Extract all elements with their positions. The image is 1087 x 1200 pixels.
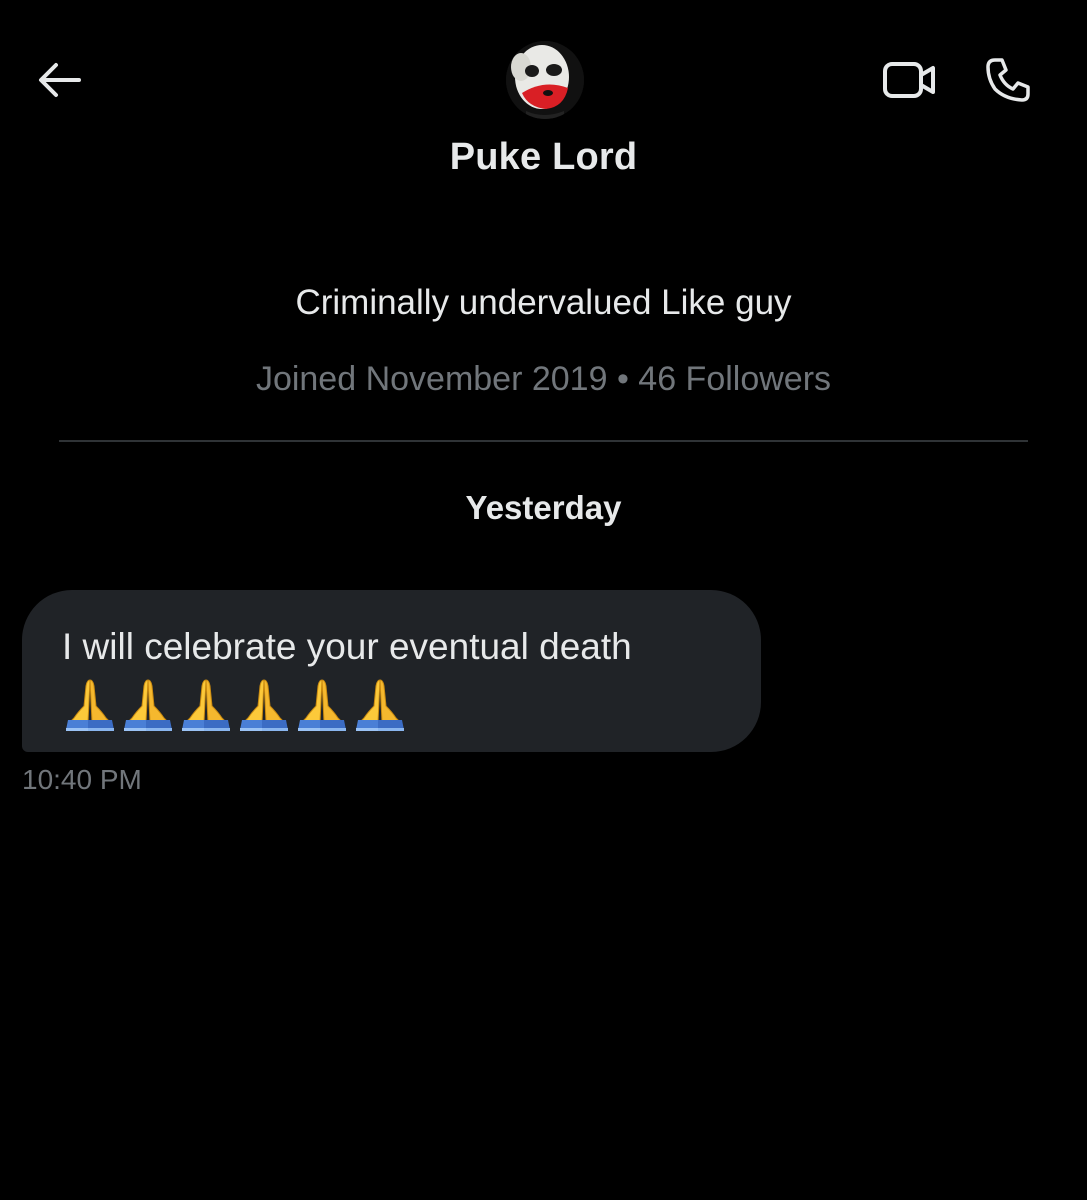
profile-bio: Criminally undervalued Like guy [295,283,792,322]
voice-call-button[interactable] [975,48,1041,112]
folded-hands-emoji [356,679,404,731]
folded-hands-emoji [298,679,346,731]
phone-icon [986,58,1030,102]
display-name[interactable]: Puke Lord [0,136,1087,179]
folded-hands-emoji [182,679,230,731]
emoji-row [62,676,731,732]
video-camera-icon [883,62,935,98]
message-bubble[interactable]: I will celebrate your eventual death [22,590,761,752]
avatar[interactable] [506,41,584,119]
profile-meta: Joined November 2019 • 46 Followers [255,360,832,398]
arrow-left-icon [39,63,81,97]
date-separator: Yesterday [465,489,622,526]
message-timestamp: 10:40 PM [22,764,142,795]
divider [59,440,1028,442]
back-button[interactable] [28,52,90,108]
folded-hands-emoji [124,679,172,731]
folded-hands-emoji [240,679,288,731]
joker-face-avatar [506,41,584,119]
message-text: I will celebrate your eventual death [62,626,632,667]
video-call-button[interactable] [870,50,948,110]
folded-hands-emoji [66,679,114,731]
